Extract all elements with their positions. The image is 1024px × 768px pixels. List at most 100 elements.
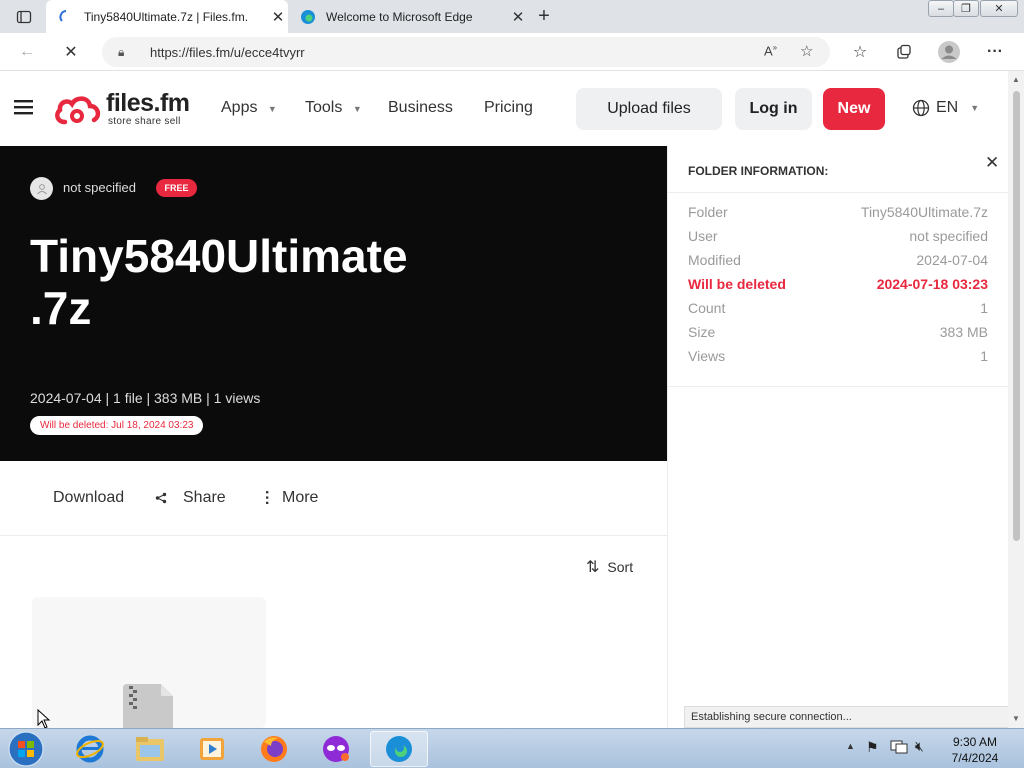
- sort-button[interactable]: ⇅ Sort: [586, 557, 633, 577]
- zip-file-icon: [123, 684, 173, 728]
- info-row-will-be-deleted: Will be deleted 2024-07-18 03:23: [688, 276, 988, 300]
- kebab-menu-icon: ···: [258, 490, 275, 506]
- free-badge: FREE: [156, 179, 197, 197]
- page-scrollbar[interactable]: ▲ ▼: [1008, 71, 1024, 728]
- file-meta: 2024-07-04 | 1 file | 383 MB | 1 views: [30, 390, 261, 406]
- logo-tagline: store share sell: [108, 116, 181, 127]
- file-card[interactable]: [32, 597, 266, 728]
- user-avatar: [30, 177, 53, 200]
- info-label: Folder: [688, 204, 728, 220]
- info-row-user: User not specified: [688, 228, 988, 252]
- delete-notice-badge: Will be deleted: Jul 18, 2024 03:23: [30, 416, 204, 435]
- start-button[interactable]: [0, 731, 52, 767]
- close-tab-icon[interactable]: ✕: [508, 8, 528, 26]
- volume-muted-icon[interactable]: 🔇︎: [915, 738, 924, 755]
- info-row-modified: Modified 2024-07-04: [688, 252, 988, 276]
- file-hero: not specified FREE Tiny5840Ultimate .7z …: [0, 146, 667, 461]
- chevron-down-icon: ▼: [267, 104, 277, 114]
- new-tab-icon[interactable]: +: [533, 5, 555, 27]
- panel-heading: FOLDER INFORMATION:: [688, 164, 829, 178]
- file-actions-bar: Download Share ··· More: [0, 461, 667, 536]
- language-label: EN: [936, 99, 959, 116]
- restore-icon[interactable]: ❐: [953, 0, 979, 17]
- profile-avatar-icon[interactable]: [938, 41, 960, 63]
- nav-tools-label: Tools: [305, 99, 343, 116]
- browser-tab-bar: Tiny5840Ultimate.7z | Files.fm. ✕ Welcom…: [0, 0, 1024, 33]
- internet-explorer-icon[interactable]: [64, 731, 116, 767]
- new-button[interactable]: New: [823, 88, 885, 130]
- tab-edge-welcome[interactable]: Welcome to Microsoft Edge ✕: [288, 0, 528, 33]
- info-value: not specified: [909, 228, 988, 244]
- chevron-down-icon: ▼: [970, 103, 980, 113]
- share-label: Share: [183, 489, 226, 506]
- close-window-icon[interactable]: ✕: [980, 0, 1018, 17]
- globe-icon: [912, 99, 930, 117]
- info-value: 1: [980, 300, 988, 316]
- share-button[interactable]: Share: [155, 489, 226, 507]
- info-label: Size: [688, 324, 716, 340]
- hamburger-menu-icon[interactable]: [14, 99, 34, 120]
- info-value: Tiny5840Ultimate.7z: [860, 204, 988, 220]
- tab-title: Welcome to Microsoft Edge: [326, 9, 473, 24]
- nav-tools[interactable]: Tools ▼: [305, 99, 362, 117]
- loading-icon: [58, 9, 74, 25]
- nav-apps-label: Apps: [221, 99, 258, 116]
- lock-icon: 🔒︎: [118, 44, 125, 59]
- favorites-icon[interactable]: ☆: [849, 41, 871, 63]
- close-tab-icon[interactable]: ✕: [268, 8, 288, 26]
- upload-files-button[interactable]: Upload files: [576, 88, 722, 130]
- info-value: 1: [980, 348, 988, 364]
- firefox-icon[interactable]: [248, 731, 300, 767]
- more-button[interactable]: ··· More: [258, 489, 318, 507]
- scrollbar-thumb[interactable]: [1013, 91, 1020, 541]
- action-center-flag-icon[interactable]: ⚑: [866, 739, 879, 756]
- file-title-line1: Tiny5840Ultimate: [30, 230, 408, 282]
- scroll-down-icon[interactable]: ▼: [1012, 714, 1020, 723]
- nav-business[interactable]: Business: [388, 99, 453, 117]
- files-fm-logo[interactable]: files.fm store share sell: [53, 89, 203, 130]
- info-row-views: Views 1: [688, 348, 988, 372]
- scroll-up-icon[interactable]: ▲: [1012, 75, 1020, 84]
- show-hidden-icons-icon[interactable]: ▲: [846, 741, 855, 751]
- network-icon[interactable]: [890, 739, 908, 760]
- address-bar[interactable]: 🔒︎ https://files.fm/u/ecce4tvyrr A» ☆: [102, 37, 830, 67]
- edge-taskbar-icon[interactable]: [370, 731, 428, 767]
- system-clock[interactable]: 9:30 AM 7/4/2024: [940, 734, 1010, 766]
- share-icon: [155, 492, 167, 504]
- stop-loading-icon[interactable]: ✕: [60, 41, 82, 63]
- sort-label: Sort: [607, 559, 634, 575]
- add-favorite-icon[interactable]: ☆: [800, 42, 813, 60]
- private-browser-icon[interactable]: [310, 731, 362, 767]
- info-row-folder: Folder Tiny5840Ultimate.7z: [688, 204, 988, 228]
- windows-taskbar: ▲ ⚑ 🔇︎ 9:30 AM 7/4/2024: [0, 728, 1024, 768]
- divider: [668, 192, 1009, 193]
- info-label: Count: [688, 300, 726, 316]
- collections-icon[interactable]: [893, 41, 915, 63]
- back-icon[interactable]: ←: [16, 41, 38, 63]
- info-label: User: [688, 228, 718, 244]
- close-panel-icon[interactable]: ✕: [985, 153, 999, 173]
- info-label: Views: [688, 348, 726, 364]
- uploader-name: not specified: [63, 180, 136, 195]
- language-selector[interactable]: EN ▼: [912, 99, 979, 117]
- url-text: https://files.fm/u/ecce4tvyrr: [150, 44, 305, 60]
- download-button[interactable]: Download: [53, 489, 124, 507]
- info-label: Modified: [688, 252, 741, 268]
- tab-actions-icon[interactable]: [13, 6, 35, 28]
- nav-pricing[interactable]: Pricing: [484, 99, 533, 117]
- login-button[interactable]: Log in: [735, 88, 812, 130]
- read-aloud-icon[interactable]: A»: [764, 43, 777, 58]
- more-menu-icon[interactable]: ···: [984, 41, 1006, 63]
- nav-apps[interactable]: Apps ▼: [221, 99, 277, 117]
- info-label: Will be deleted: [688, 276, 786, 292]
- info-value: 2024-07-18 03:23: [876, 276, 988, 292]
- folder-info-panel: FOLDER INFORMATION: ✕ Folder Tiny5840Ulti…: [667, 146, 1009, 728]
- media-player-icon[interactable]: [186, 731, 238, 767]
- tab-title: Tiny5840Ultimate.7z | Files.fm.: [84, 9, 249, 24]
- minimize-icon[interactable]: –: [928, 0, 954, 17]
- browser-toolbar: ← ✕ 🔒︎ https://files.fm/u/ecce4tvyrr A» …: [0, 33, 1024, 71]
- file-explorer-icon[interactable]: [124, 731, 176, 767]
- tab-files-fm[interactable]: Tiny5840Ultimate.7z | Files.fm. ✕: [46, 0, 288, 33]
- status-bar: Establishing secure connection...: [684, 706, 1009, 728]
- chevron-down-icon: ▼: [352, 104, 362, 114]
